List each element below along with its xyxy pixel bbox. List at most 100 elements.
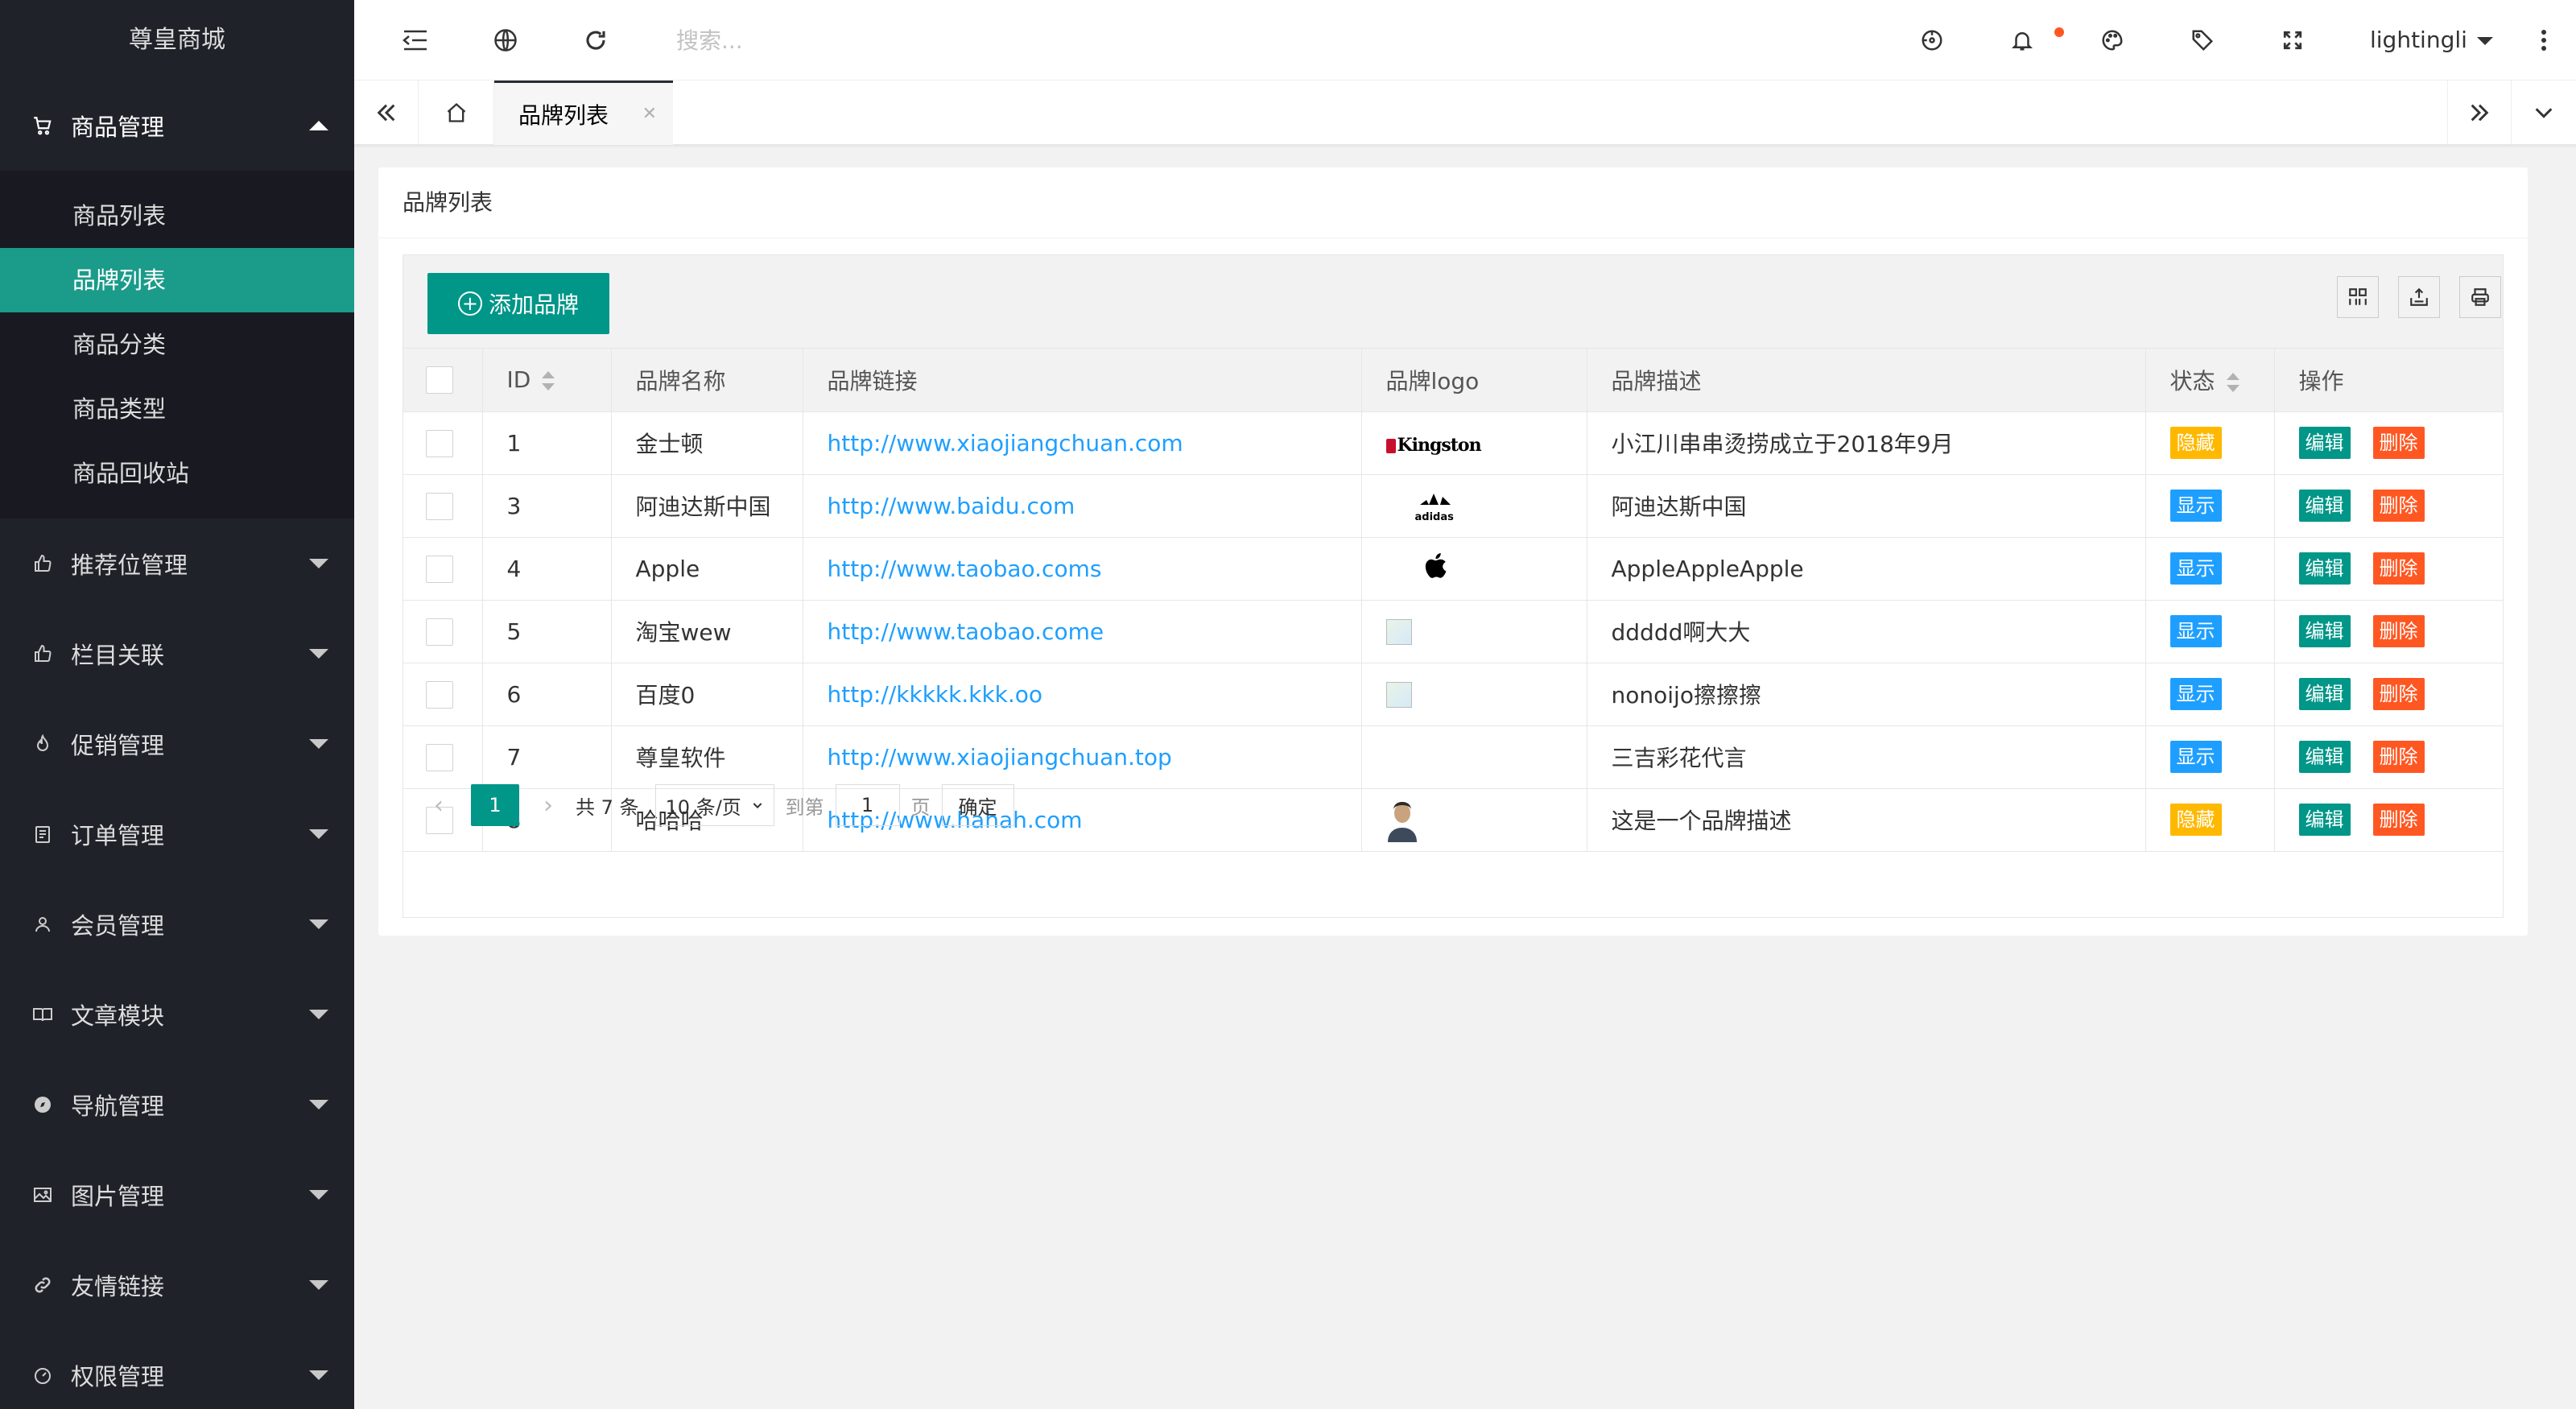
goto-page-input[interactable]: 1 xyxy=(835,784,900,826)
sort-icon[interactable] xyxy=(542,371,555,391)
menu-head-orders[interactable]: 订单管理 xyxy=(0,789,354,879)
table-row: 1 金士顿 http://www.xiaojiangchuan.com Kingsto… xyxy=(403,411,2503,475)
cell-id: 5 xyxy=(482,600,612,663)
broken-image-icon xyxy=(1385,682,1412,708)
more-icon[interactable] xyxy=(2528,24,2560,56)
sidebar-item-brand-list[interactable]: 品牌列表 xyxy=(0,248,354,312)
palette-icon[interactable] xyxy=(2096,24,2128,56)
menu-head-navigation[interactable]: 导航管理 xyxy=(0,1060,354,1150)
delete-button[interactable]: 删除 xyxy=(2372,615,2425,647)
delete-button[interactable]: 删除 xyxy=(2372,427,2425,459)
menu-head-column[interactable]: 栏目关联 xyxy=(0,609,354,699)
brand-link[interactable]: http://kkkkk.kkk.oo xyxy=(828,681,1043,708)
user-menu[interactable]: lightingli xyxy=(2370,24,2493,56)
current-page[interactable]: 1 xyxy=(471,784,519,826)
cell-id: 3 xyxy=(482,474,612,538)
edit-button[interactable]: 编辑 xyxy=(2298,678,2351,710)
table-header-row: ID 品牌名称 品牌链接 品牌logo 品牌描述 状态 操作 xyxy=(403,349,2503,412)
edit-button[interactable]: 编辑 xyxy=(2298,490,2351,522)
delete-button[interactable]: 删除 xyxy=(2372,741,2425,773)
sidebar-item-product-recycle[interactable]: 商品回收站 xyxy=(0,441,354,506)
caret-down-icon xyxy=(309,649,328,659)
status-badge[interactable]: 隐藏 xyxy=(2169,427,2222,459)
menu-head-articles[interactable]: 文章模块 xyxy=(0,969,354,1060)
refresh-icon[interactable] xyxy=(580,24,612,56)
edit-button[interactable]: 编辑 xyxy=(2298,741,2351,773)
edit-button[interactable]: 编辑 xyxy=(2298,427,2351,459)
add-brand-button[interactable]: + 添加品牌 xyxy=(427,273,609,334)
adidas-logo: adidas xyxy=(1415,489,1454,523)
column-header-status[interactable]: 状态 xyxy=(2145,349,2275,412)
tab-brand-list[interactable]: 品牌列表 ✕ xyxy=(494,81,673,145)
row-select-cell xyxy=(403,474,483,538)
page-size-select[interactable]: 10 条/页 xyxy=(654,784,774,826)
user-icon xyxy=(31,912,55,936)
edit-button[interactable]: 编辑 xyxy=(2298,552,2351,585)
row-checkbox[interactable] xyxy=(426,618,453,646)
row-checkbox[interactable] xyxy=(426,492,453,520)
status-badge[interactable]: 显示 xyxy=(2169,615,2222,647)
status-badge[interactable]: 显示 xyxy=(2169,741,2222,773)
delete-button[interactable]: 删除 xyxy=(2372,552,2425,585)
sort-icon[interactable] xyxy=(2226,372,2240,392)
brand-link[interactable]: http://www.baidu.com xyxy=(828,493,1075,519)
screenshot-icon[interactable] xyxy=(1916,24,1948,56)
brand-link[interactable]: http://www.xiaojiangchuan.top xyxy=(828,744,1172,771)
brand-link[interactable]: http://www.xiaojiangchuan.com xyxy=(828,430,1183,457)
bell-icon[interactable] xyxy=(2006,24,2038,56)
tabs-menu-chevron-down-icon[interactable] xyxy=(2512,81,2576,145)
globe-icon[interactable] xyxy=(489,24,522,56)
search-input[interactable] xyxy=(676,21,1079,60)
prev-page-icon[interactable]: ‹ xyxy=(423,789,455,821)
cell-logo: Kingston xyxy=(1361,411,1587,475)
menu-head-permissions[interactable]: 权限管理 xyxy=(0,1330,354,1409)
export-icon[interactable] xyxy=(2398,276,2440,318)
sidebar-item-product-category[interactable]: 商品分类 xyxy=(0,312,354,377)
menu-head-friend-links[interactable]: 友情链接 xyxy=(0,1240,354,1330)
select-all-checkbox[interactable] xyxy=(426,366,453,395)
edit-button[interactable]: 编辑 xyxy=(2298,615,2351,647)
menu-label: 推荐位管理 xyxy=(71,552,188,579)
brand-link[interactable]: http://www.taobao.coms xyxy=(828,556,1102,582)
cell-desc: 阿迪达斯中国 xyxy=(1587,474,2146,538)
menu-head-pictures[interactable]: 图片管理 xyxy=(0,1150,354,1240)
sidebar-item-product-type[interactable]: 商品类型 xyxy=(0,377,354,441)
menu-head-promotion[interactable]: 促销管理 xyxy=(0,699,354,789)
tabs-scroll-left-icon[interactable] xyxy=(354,81,419,145)
status-badge[interactable]: 显示 xyxy=(2169,490,2222,522)
menu-head-products[interactable]: 商品管理 xyxy=(0,81,354,171)
close-icon[interactable]: ✕ xyxy=(642,104,657,124)
cell-logo xyxy=(1361,600,1587,663)
menu-head-recommend[interactable]: 推荐位管理 xyxy=(0,519,354,609)
tabs-scroll-right-icon[interactable] xyxy=(2447,81,2512,145)
columns-filter-icon[interactable] xyxy=(2337,276,2379,318)
menu-fold-icon[interactable] xyxy=(399,24,431,56)
row-checkbox[interactable] xyxy=(426,680,453,709)
tab-bar: 品牌列表 ✕ xyxy=(354,81,2576,145)
brand-link[interactable]: http://www.taobao.come xyxy=(828,618,1104,645)
row-checkbox[interactable] xyxy=(426,743,453,771)
menu-label: 导航管理 xyxy=(71,1093,165,1120)
total-count: 共 7 条 xyxy=(576,795,639,819)
row-checkbox[interactable] xyxy=(426,429,453,457)
print-icon[interactable] xyxy=(2459,276,2501,318)
goto-confirm-button[interactable]: 确定 xyxy=(941,784,1014,826)
row-checkbox[interactable] xyxy=(426,555,453,583)
menu-head-members[interactable]: 会员管理 xyxy=(0,879,354,969)
table-row: 6 百度0 http://kkkkk.kkk.oo nonoijo擦擦擦 显示 编辑 删除 xyxy=(403,663,2503,726)
status-badge[interactable]: 显示 xyxy=(2169,678,2222,710)
delete-button[interactable]: 删除 xyxy=(2372,678,2425,710)
tag-icon[interactable] xyxy=(2186,24,2219,56)
row-select-cell xyxy=(403,663,483,726)
plus-circle-icon: + xyxy=(457,291,482,316)
column-header-id[interactable]: ID xyxy=(482,349,612,412)
fullscreen-icon[interactable] xyxy=(2277,24,2309,56)
next-page-icon[interactable]: › xyxy=(532,789,564,821)
status-badge[interactable]: 显示 xyxy=(2169,552,2222,585)
sidebar-item-product-list[interactable]: 商品列表 xyxy=(0,184,354,248)
delete-button[interactable]: 删除 xyxy=(2372,490,2425,522)
caret-up-icon xyxy=(309,121,328,130)
notification-dot xyxy=(2054,27,2064,37)
app-logo[interactable]: 尊皇商城 xyxy=(0,0,354,81)
home-icon[interactable] xyxy=(419,81,494,145)
